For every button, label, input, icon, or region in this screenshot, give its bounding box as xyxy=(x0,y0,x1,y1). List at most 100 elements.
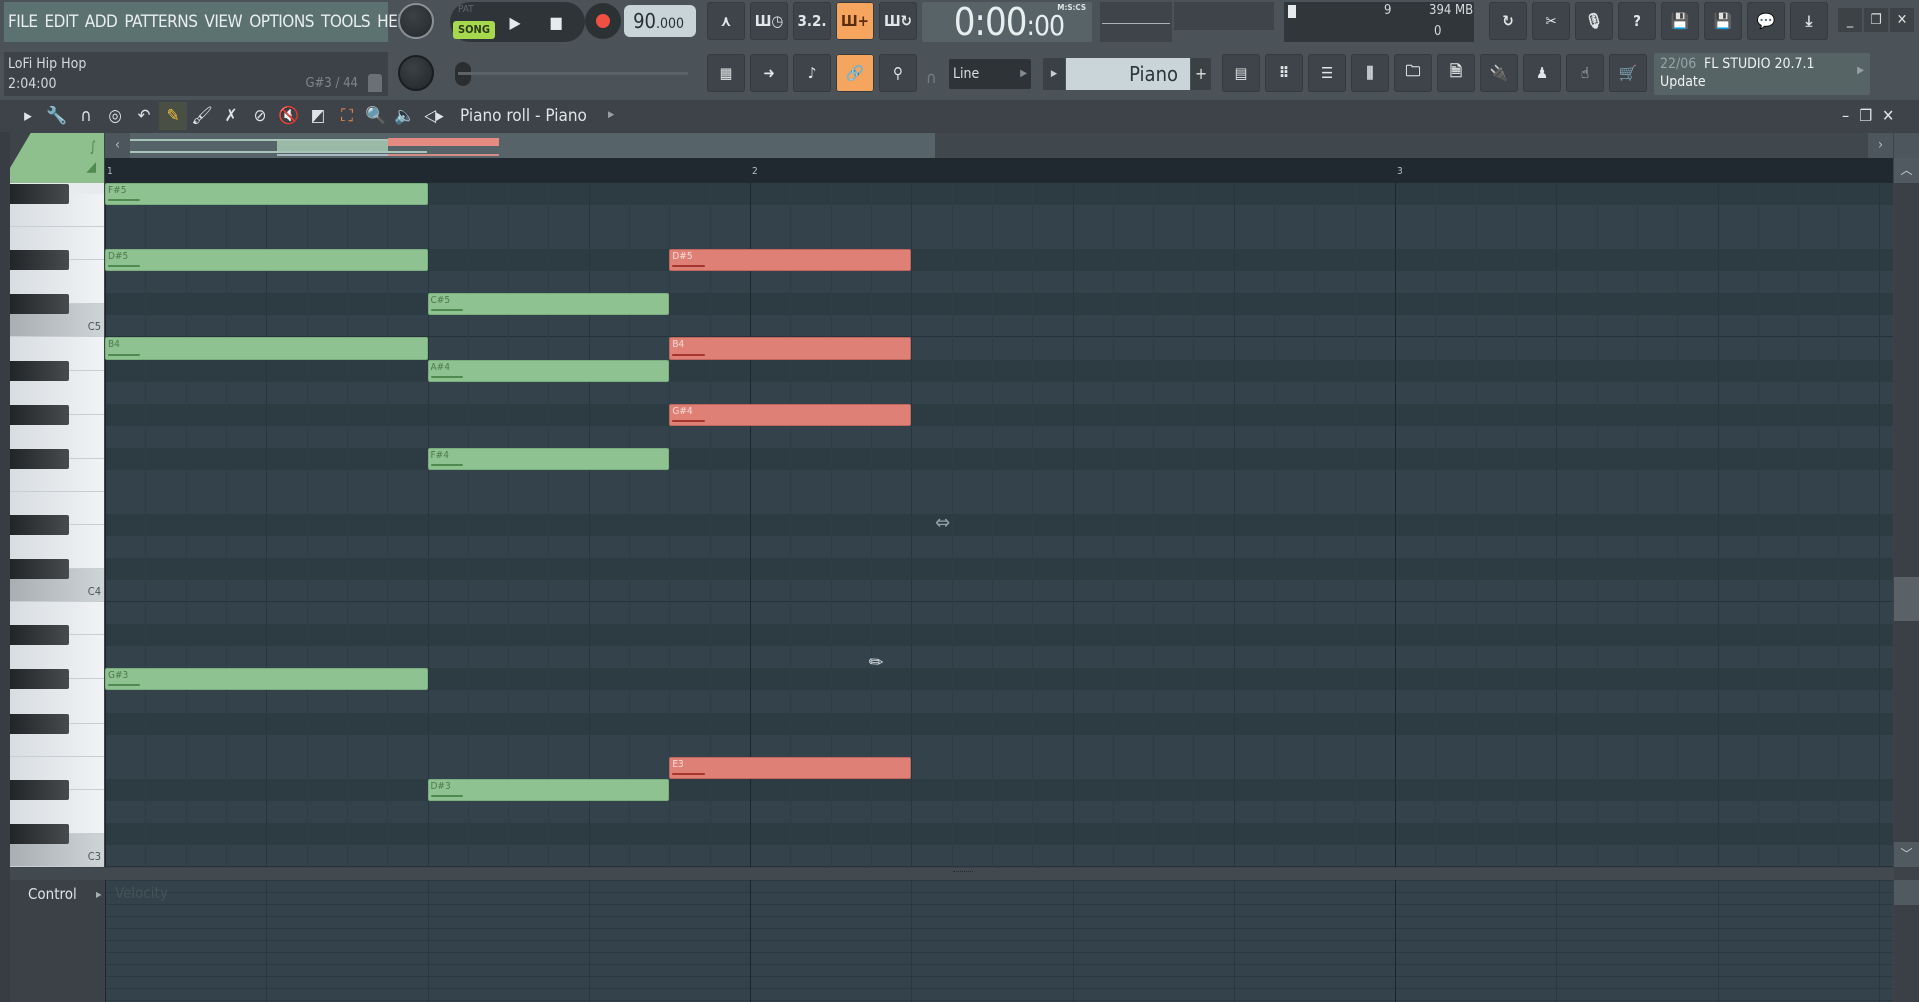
save-button[interactable]: 💾 xyxy=(1661,2,1699,40)
channel-rack-button[interactable]: ☰ xyxy=(1308,54,1346,92)
link-button[interactable]: 🔗 xyxy=(836,54,874,92)
playlist-button[interactable]: ▤ xyxy=(1222,54,1260,92)
countdown-button[interactable]: 3.2. xyxy=(793,2,831,40)
black-key[interactable] xyxy=(10,294,69,315)
stop-button[interactable]: ■ xyxy=(536,2,576,42)
master-pitch-knob[interactable] xyxy=(398,55,434,91)
piano-roll-restore-button[interactable]: ❐ xyxy=(1859,106,1872,125)
tool-select[interactable]: ⛶ xyxy=(333,102,361,130)
browser-button[interactable]: 🗀 xyxy=(1394,54,1432,92)
menu-edit[interactable]: EDIT xyxy=(45,12,79,32)
song-mode-button[interactable]: SONG xyxy=(453,21,495,39)
piano-keyboard[interactable]: C5 C4 C3 xyxy=(10,183,104,867)
touch-controller-button[interactable]: ♟ xyxy=(1523,54,1561,92)
overview-window[interactable] xyxy=(130,133,935,158)
scroll-up-button[interactable]: ︿ xyxy=(1894,158,1919,183)
menu-tools[interactable]: TOOLS xyxy=(321,12,371,32)
menu-add[interactable]: ADD xyxy=(85,12,118,32)
news-panel[interactable]: 22/06 FL STUDIO 20.7.1 Update ▶ xyxy=(1654,53,1870,95)
black-key[interactable] xyxy=(10,448,69,469)
tool-menu-arrow[interactable]: ▸ xyxy=(14,102,42,130)
event-editor-splitter[interactable] xyxy=(10,868,1894,880)
note[interactable]: B4 xyxy=(105,337,428,360)
control-scroll-button[interactable] xyxy=(1894,880,1919,905)
note[interactable]: B4 xyxy=(669,337,912,360)
overview-scroll-right[interactable]: › xyxy=(1868,133,1893,158)
menu-file[interactable]: FILE xyxy=(8,12,38,32)
black-key[interactable] xyxy=(10,823,69,844)
note[interactable]: E3 xyxy=(669,756,912,779)
tool-zoom[interactable]: 🔍 xyxy=(362,102,390,130)
download-button[interactable]: ⤓ xyxy=(1790,2,1828,40)
tool-mute[interactable]: 🔇 xyxy=(275,102,303,130)
note[interactable]: D#5 xyxy=(669,249,912,272)
multilink-button[interactable]: ⚲ xyxy=(879,54,917,92)
note[interactable]: F#5 xyxy=(105,183,428,206)
note[interactable]: G#4 xyxy=(669,403,912,426)
tool-wrench[interactable]: 🔧 xyxy=(43,102,71,130)
timeline-ruler[interactable]: 1 2 3 xyxy=(105,158,1893,183)
metronome-button[interactable]: ⋏ xyxy=(707,2,745,40)
channel-prev-button[interactable]: ▶ xyxy=(1043,58,1065,90)
help-button[interactable]: ? xyxy=(1618,2,1656,40)
overview-scroll-left[interactable]: ‹ xyxy=(105,133,130,158)
black-key[interactable] xyxy=(10,250,69,271)
tool-delete[interactable]: ⊘ xyxy=(246,102,274,130)
tool-slice[interactable]: ◩ xyxy=(304,102,332,130)
add-channel-button[interactable]: + xyxy=(1191,58,1211,90)
piano-roll-close-button[interactable]: ✕ xyxy=(1882,106,1894,125)
pin-icon[interactable] xyxy=(368,74,382,92)
black-key[interactable] xyxy=(10,779,69,800)
record-button[interactable] xyxy=(585,3,621,39)
menu-view[interactable]: VIEW xyxy=(204,12,242,32)
time-display[interactable]: 0:00:00 M:S:CS xyxy=(922,0,1092,44)
tool-paint-delete[interactable]: ✗ xyxy=(217,102,245,130)
note[interactable]: A#4 xyxy=(427,359,670,382)
pat-label[interactable]: PAT xyxy=(458,4,474,15)
plugin-picker-button[interactable]: 🗎 xyxy=(1437,54,1475,92)
save-as-button[interactable]: 💾 xyxy=(1704,2,1742,40)
overview-corner-button[interactable] xyxy=(1894,133,1919,158)
note-grid[interactable]: F#5 D#5 B4 G#3 C#5 A#4 F#4 D#3 D#5 B4 G#4 E3 xyxy=(105,183,1893,867)
menu-patterns[interactable]: PATTERNS xyxy=(124,12,198,32)
mixer-button[interactable]: ⫼ xyxy=(1351,54,1389,92)
chat-button[interactable]: 💬 xyxy=(1747,2,1785,40)
step-edit-button[interactable]: Ш+ xyxy=(836,2,874,40)
channel-selector[interactable]: Piano xyxy=(1066,58,1190,90)
plugin-database-button[interactable]: 🔌 xyxy=(1480,54,1518,92)
vertical-scrollbar[interactable] xyxy=(1894,158,1919,867)
tool-undo[interactable]: ↶ xyxy=(130,102,158,130)
note[interactable]: G#3 xyxy=(105,668,428,691)
black-key[interactable] xyxy=(10,669,69,690)
black-key[interactable] xyxy=(10,360,69,381)
typing-keyboard-button[interactable]: ▦ xyxy=(707,54,745,92)
minimize-button[interactable]: _ xyxy=(1838,8,1862,32)
arrow-button[interactable]: ➜ xyxy=(750,54,788,92)
remote-button[interactable]: ☝ xyxy=(1566,54,1604,92)
cut-tool-button[interactable]: ✂ xyxy=(1532,2,1570,40)
master-volume-slider[interactable] xyxy=(458,72,688,75)
wait-for-input-button[interactable]: Ш◷ xyxy=(750,2,788,40)
record-audio-button[interactable]: 🎙 xyxy=(1575,2,1613,40)
note[interactable]: D#3 xyxy=(427,778,670,801)
tool-speaker[interactable]: ◁▸ xyxy=(420,102,448,130)
piano-roll-minimize-button[interactable]: – xyxy=(1842,106,1849,125)
shop-button[interactable]: 🛒 xyxy=(1609,54,1647,92)
tool-playback[interactable]: 🔈 xyxy=(391,102,419,130)
black-key[interactable] xyxy=(10,713,69,734)
restore-button[interactable]: ❐ xyxy=(1864,8,1888,32)
velocity-lane[interactable] xyxy=(105,880,1893,1002)
blend-notes-button[interactable]: ♪ xyxy=(793,54,831,92)
piano-roll-title[interactable]: Piano roll - Piano xyxy=(460,106,587,126)
black-key[interactable] xyxy=(10,404,69,425)
note[interactable]: C#5 xyxy=(427,293,670,316)
note[interactable]: D#5 xyxy=(105,249,428,272)
control-selector[interactable]: Control xyxy=(28,885,77,903)
black-key[interactable] xyxy=(10,559,69,580)
close-button[interactable]: ✕ xyxy=(1890,8,1914,32)
scroll-down-button[interactable]: ﹀ xyxy=(1894,842,1919,867)
tool-paint-brush[interactable]: 🖌 xyxy=(188,102,216,130)
play-button[interactable]: ▶ xyxy=(495,2,535,42)
scrollbar-thumb[interactable] xyxy=(1894,577,1919,621)
tempo-display[interactable]: 90.000 xyxy=(624,5,696,37)
